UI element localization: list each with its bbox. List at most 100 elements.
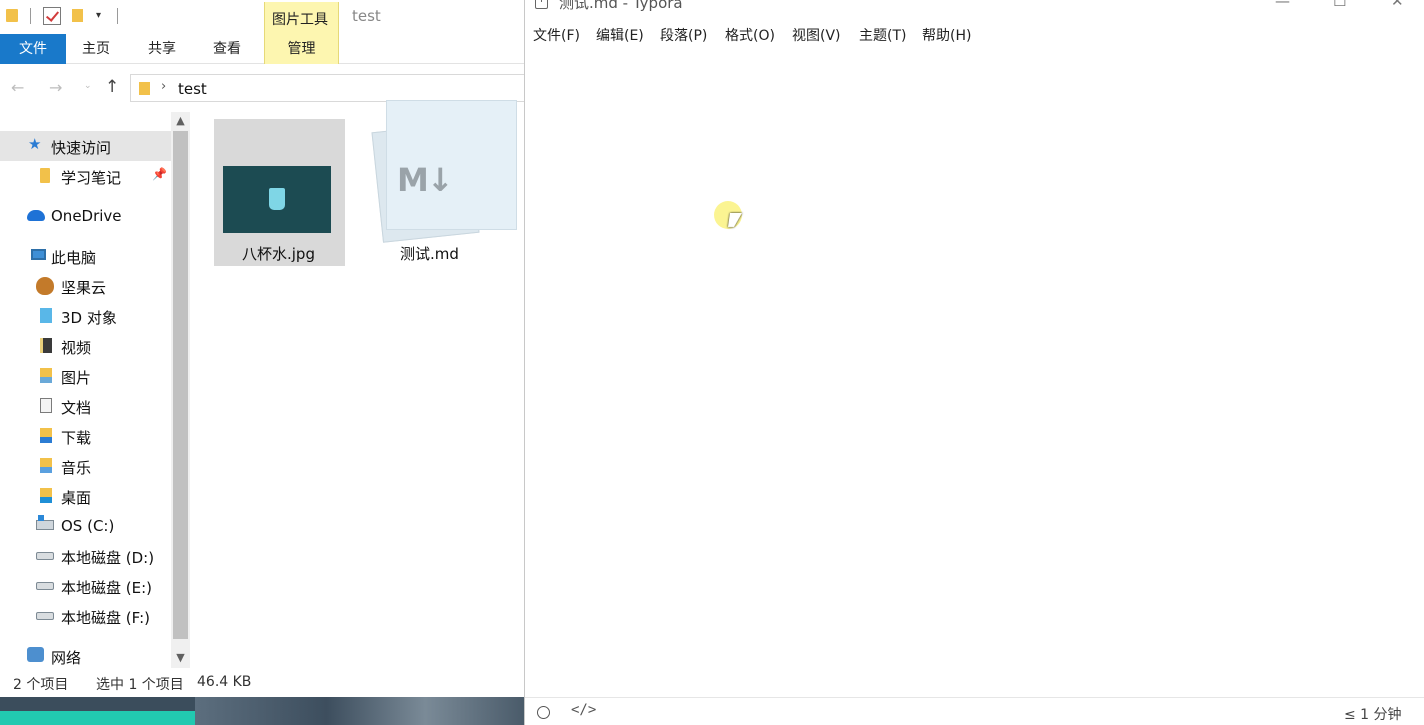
selection-size: 46.4 KB — [197, 674, 252, 690]
nav-item-label: 快速访问 — [51, 139, 112, 157]
network-icon — [27, 647, 44, 662]
nav-item-label: 3D 对象 — [61, 309, 117, 327]
maximize-button[interactable]: ☐ — [1333, 0, 1346, 10]
nav-item-pictures[interactable]: 图片 — [0, 361, 171, 391]
nav-item-drive-d[interactable]: 本地磁盘 (D:) — [0, 541, 171, 571]
nav-item-quick-access[interactable]: ★ 快速访问 — [0, 131, 171, 161]
tab-home[interactable]: 主页 — [82, 34, 110, 64]
nav-item-drive-c[interactable]: OS (C:) — [0, 511, 171, 541]
video-icon — [40, 338, 52, 353]
close-button[interactable]: ✕ — [1391, 0, 1404, 10]
nav-item-label: 本地磁盘 (F:) — [61, 609, 150, 627]
scroll-down-icon[interactable]: ▼ — [171, 649, 190, 666]
file-explorer-window: ▾ 图片工具 test 文件 主页 共享 查看 管理 ← → ⌄ ↑ › tes… — [0, 0, 524, 697]
menu-view[interactable]: 视图(V) — [792, 25, 841, 45]
folder-icon — [40, 168, 50, 183]
folder-icon — [139, 82, 150, 95]
water-cup-icon — [269, 188, 285, 210]
window-title: 测试.md - Typora — [559, 0, 683, 12]
taskbar — [0, 697, 524, 725]
nav-item-documents[interactable]: 文档 — [0, 391, 171, 421]
nav-item-videos[interactable]: 视频 — [0, 331, 171, 361]
nav-item-label: 本地磁盘 (E:) — [61, 579, 153, 597]
tab-manage[interactable]: 管理 — [264, 34, 339, 64]
editor-area[interactable] — [525, 52, 1424, 696]
typora-logo-icon: T — [535, 0, 548, 9]
chevron-right-icon[interactable]: › — [161, 79, 166, 94]
folder-icon[interactable] — [6, 9, 18, 22]
nav-item-label: 音乐 — [61, 459, 92, 477]
nav-item-label: OS (C:) — [61, 517, 115, 535]
nav-item-label: 网络 — [51, 649, 82, 667]
picture-tools-label: 图片工具 — [272, 12, 328, 28]
nav-pane-scrollbar[interactable]: ▲ ▼ — [171, 112, 190, 668]
breadcrumb-test[interactable]: test — [178, 80, 207, 98]
tab-share[interactable]: 共享 — [148, 34, 176, 64]
nav-item-drive-f[interactable]: 本地磁盘 (F:) — [0, 601, 171, 631]
nav-item-downloads[interactable]: 下载 — [0, 421, 171, 451]
back-arrow-icon[interactable]: ← — [11, 78, 24, 97]
forward-arrow-icon[interactable]: → — [49, 78, 62, 97]
nav-item-network[interactable]: 网络 — [0, 641, 171, 671]
navigation-pane: ★ 快速访问 学习笔记 📌 OneDrive 此电脑 坚果云 3D 对象 视频 — [0, 112, 171, 668]
item-count: 2 个项目 — [13, 677, 69, 693]
address-bar[interactable]: › test — [130, 74, 524, 102]
nav-item-label: 本地磁盘 (D:) — [61, 549, 155, 567]
menu-help[interactable]: 帮助(H) — [922, 25, 971, 45]
menu-paragraph[interactable]: 段落(P) — [660, 25, 707, 45]
star-icon: ★ — [28, 135, 42, 153]
quick-access-toolbar: ▾ 图片工具 test — [0, 0, 524, 35]
up-arrow-icon[interactable]: ↑ — [105, 77, 119, 97]
ribbon-tabs: 文件 主页 共享 查看 管理 — [0, 34, 524, 64]
nut-icon — [36, 277, 54, 295]
tab-view[interactable]: 查看 — [213, 34, 241, 64]
pictures-icon — [40, 368, 52, 383]
pin-icon[interactable]: 📌 — [152, 167, 167, 181]
tab-file[interactable]: 文件 — [0, 34, 66, 64]
sidebar-toggle-icon[interactable] — [537, 706, 550, 719]
nav-item-drive-e[interactable]: 本地磁盘 (E:) — [0, 571, 171, 601]
nav-item-desktop[interactable]: 桌面 — [0, 481, 171, 511]
nav-item-music[interactable]: 音乐 — [0, 451, 171, 481]
music-icon — [40, 458, 52, 473]
file-name[interactable]: 八杯水.jpg — [242, 243, 315, 264]
file-name[interactable]: 测试.md — [400, 243, 459, 264]
selection-count: 选中 1 个项目 — [96, 677, 184, 693]
scroll-up-icon[interactable]: ▲ — [171, 112, 190, 129]
scrollbar-thumb[interactable] — [173, 131, 188, 639]
status-bar: 2 个项目 选中 1 个项目 46.4 KB — [0, 668, 524, 697]
menu-edit[interactable]: 编辑(E) — [596, 25, 644, 45]
drive-icon — [36, 552, 54, 560]
desktop-wallpaper — [195, 697, 524, 725]
nav-item-label: OneDrive — [51, 207, 122, 225]
customize-toolbar-dropdown[interactable]: ▾ — [96, 10, 101, 21]
3d-objects-icon — [40, 308, 52, 323]
nav-item-this-pc[interactable]: 此电脑 — [0, 241, 171, 271]
image-thumbnail[interactable] — [223, 166, 331, 233]
downloads-icon — [40, 428, 52, 443]
menu-file[interactable]: 文件(F) — [533, 25, 580, 45]
source-code-icon[interactable]: </> — [571, 702, 596, 718]
menu-theme[interactable]: 主题(T) — [859, 25, 906, 45]
nav-item-study-notes[interactable]: 学习笔记 📌 — [0, 161, 171, 191]
word-count[interactable]: ≤ 1 分钟 — [1344, 704, 1402, 724]
nav-item-label: 视频 — [61, 339, 92, 357]
nav-item-label: 文档 — [61, 399, 92, 417]
pc-icon — [31, 249, 46, 260]
menu-format[interactable]: 格式(O) — [725, 25, 775, 45]
minimize-button[interactable]: — — [1275, 0, 1290, 10]
nav-item-label: 学习笔记 — [61, 169, 122, 187]
nav-item-jianguoyun[interactable]: 坚果云 — [0, 271, 171, 301]
new-folder-icon[interactable] — [72, 9, 83, 22]
recent-locations-icon[interactable]: ⌄ — [84, 81, 92, 91]
nav-item-onedrive[interactable]: OneDrive — [0, 201, 171, 231]
window-title: test — [352, 7, 381, 25]
drive-icon — [36, 612, 54, 620]
md-file-icon[interactable]: M↓ — [386, 100, 517, 230]
properties-icon[interactable] — [43, 7, 61, 25]
title-bar[interactable]: T 测试.md - Typora — ☐ ✕ — [525, 0, 1424, 14]
toolbar-separator — [30, 8, 31, 24]
os-drive-icon — [36, 515, 54, 530]
nav-item-3d-objects[interactable]: 3D 对象 — [0, 301, 171, 331]
desktop-icon — [40, 488, 52, 503]
